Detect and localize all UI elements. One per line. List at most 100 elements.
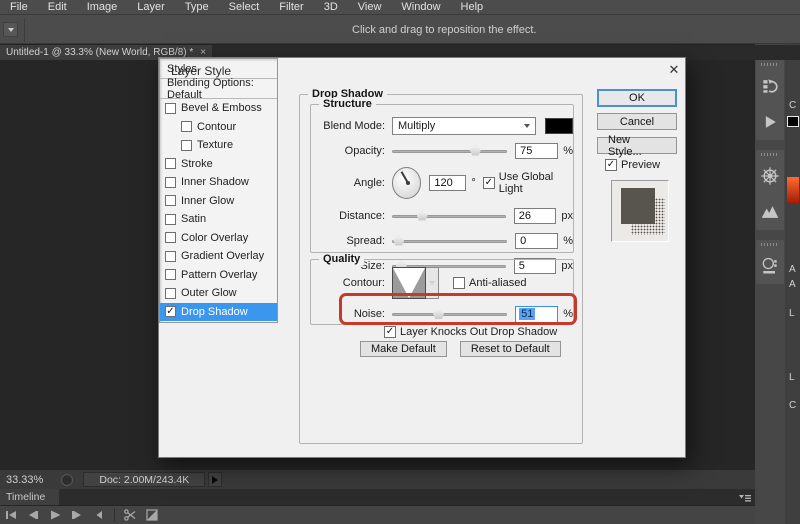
use-global-light-checkbox[interactable]: ✓ bbox=[482, 177, 495, 189]
spread-slider[interactable] bbox=[392, 235, 508, 247]
angle-input[interactable]: 120 bbox=[429, 175, 467, 191]
checkbox[interactable] bbox=[165, 287, 176, 299]
style-item-outer-glow[interactable]: Outer Glow bbox=[160, 284, 277, 303]
style-item-texture[interactable]: Texture bbox=[160, 136, 277, 155]
status-zoom-icon[interactable] bbox=[61, 473, 74, 486]
play-button[interactable] bbox=[44, 507, 66, 524]
make-default-button[interactable]: Make Default bbox=[360, 341, 447, 357]
menu-edit[interactable]: Edit bbox=[38, 0, 77, 14]
first-frame-button[interactable] bbox=[0, 507, 22, 524]
tool-preset-picker[interactable] bbox=[3, 22, 18, 37]
timeline-playback-controls bbox=[0, 505, 755, 524]
structure-group: Structure Blend Mode: Multiply Opacity: … bbox=[310, 98, 574, 274]
checkbox[interactable] bbox=[165, 176, 176, 188]
style-item-drop-shadow[interactable]: ✓ Drop Shadow bbox=[160, 302, 277, 321]
checkbox[interactable] bbox=[181, 121, 192, 133]
blend-mode-select[interactable]: Multiply bbox=[392, 116, 536, 135]
checkbox[interactable] bbox=[165, 213, 176, 225]
split-button[interactable] bbox=[119, 507, 141, 524]
anti-aliased-checkbox[interactable] bbox=[453, 277, 465, 289]
new-style-button[interactable]: New Style... bbox=[597, 134, 677, 158]
panel-text-fragment: C bbox=[789, 100, 797, 111]
contour-picker[interactable] bbox=[392, 267, 426, 299]
checkbox[interactable] bbox=[165, 269, 176, 281]
status-menu-button[interactable] bbox=[208, 472, 223, 487]
panel-text-fragment: C bbox=[789, 400, 797, 411]
style-item-label: Texture bbox=[197, 139, 234, 152]
menu-image[interactable]: Image bbox=[77, 0, 128, 14]
layer-knocks-out-label: Layer Knocks Out Drop Shadow bbox=[400, 326, 558, 338]
navigator-panel-icon[interactable] bbox=[756, 158, 784, 194]
opacity-slider[interactable] bbox=[392, 145, 508, 157]
cancel-button[interactable]: Cancel bbox=[597, 113, 677, 130]
distance-label: Distance: bbox=[339, 209, 385, 222]
opacity-input[interactable]: 75 bbox=[515, 142, 559, 159]
close-icon[interactable]: ✕ bbox=[665, 61, 683, 79]
menu-window[interactable]: Window bbox=[391, 0, 450, 14]
reset-to-default-button[interactable]: Reset to Default bbox=[459, 341, 561, 357]
histogram-panel-icon[interactable] bbox=[756, 194, 784, 230]
noise-slider-handle[interactable] bbox=[433, 309, 445, 319]
contour-dropdown-icon[interactable] bbox=[426, 267, 439, 299]
menu-layer[interactable]: Layer bbox=[127, 0, 175, 14]
history-panel-icon[interactable] bbox=[756, 68, 784, 104]
checkbox[interactable] bbox=[165, 232, 176, 244]
menu-select[interactable]: Select bbox=[219, 0, 270, 14]
checkbox[interactable] bbox=[181, 139, 192, 151]
menu-view[interactable]: View bbox=[348, 0, 392, 14]
color-ramp[interactable] bbox=[787, 177, 799, 203]
next-frame-button[interactable] bbox=[66, 507, 88, 524]
style-item-contour[interactable]: Contour bbox=[160, 118, 277, 137]
distance-input[interactable]: 26 bbox=[513, 207, 557, 224]
color-themes-panel-icon[interactable] bbox=[756, 248, 784, 284]
spread-input[interactable]: 0 bbox=[515, 232, 559, 249]
angle-dial[interactable] bbox=[392, 167, 422, 199]
noise-input[interactable]: 51 bbox=[515, 305, 559, 323]
zoom-level[interactable]: 33.33% bbox=[6, 474, 43, 486]
distance-slider[interactable] bbox=[392, 210, 506, 222]
menu-help[interactable]: Help bbox=[451, 0, 494, 14]
menu-filter[interactable]: Filter bbox=[269, 0, 313, 14]
menu-type[interactable]: Type bbox=[175, 0, 219, 14]
preview-label: Preview bbox=[621, 159, 661, 171]
previous-frame-button[interactable] bbox=[22, 507, 44, 524]
checkbox[interactable] bbox=[165, 250, 176, 262]
expanded-panel-edge: C AA L L C bbox=[785, 44, 800, 524]
style-item-color-overlay[interactable]: Color Overlay bbox=[160, 229, 277, 248]
style-item-satin[interactable]: Satin bbox=[160, 210, 277, 229]
checkbox[interactable]: ✓ bbox=[165, 306, 176, 318]
ok-button[interactable]: OK bbox=[597, 89, 677, 107]
distance-slider-handle[interactable] bbox=[416, 210, 428, 221]
document-size-field[interactable]: Doc: 2.00M/243.4K bbox=[83, 472, 206, 487]
style-item-inner-shadow[interactable]: Inner Shadow bbox=[160, 173, 277, 192]
panel-dock: « bbox=[755, 44, 785, 524]
style-item-label: Inner Glow bbox=[181, 194, 235, 207]
checkbox[interactable] bbox=[165, 102, 176, 114]
opacity-slider-handle[interactable] bbox=[469, 145, 481, 156]
style-item-bevel-emboss[interactable]: Bevel & Emboss bbox=[160, 99, 277, 118]
shadow-color-swatch[interactable] bbox=[544, 117, 573, 134]
checkbox[interactable] bbox=[165, 158, 176, 170]
audio-button[interactable] bbox=[88, 507, 110, 524]
style-item-inner-glow[interactable]: Inner Glow bbox=[160, 192, 277, 211]
transition-button[interactable] bbox=[141, 507, 163, 524]
mini-tab-labels bbox=[756, 60, 784, 68]
contour-label: Contour: bbox=[342, 277, 385, 289]
style-item-stroke[interactable]: Stroke bbox=[160, 155, 277, 174]
blending-options-item[interactable]: Blending Options: Default bbox=[160, 77, 277, 101]
actions-panel-icon[interactable] bbox=[756, 104, 784, 140]
layer-knocks-out-checkbox[interactable]: ✓ bbox=[384, 326, 396, 338]
preview-checkbox[interactable]: ✓ bbox=[605, 159, 617, 171]
default-buttons: Make Default Reset to Default bbox=[360, 341, 561, 357]
menu-file[interactable]: File bbox=[0, 0, 38, 14]
effect-preview-thumbnail bbox=[611, 180, 669, 242]
style-item-pattern-overlay[interactable]: Pattern Overlay bbox=[160, 266, 277, 285]
color-swatch[interactable] bbox=[787, 116, 799, 127]
menu-3d[interactable]: 3D bbox=[314, 0, 348, 14]
noise-slider[interactable] bbox=[392, 308, 508, 320]
preview-square bbox=[621, 188, 655, 224]
style-item-gradient-overlay[interactable]: Gradient Overlay bbox=[160, 247, 277, 266]
checkbox[interactable] bbox=[165, 195, 176, 207]
spread-slider-handle[interactable] bbox=[393, 235, 405, 246]
tab-timeline[interactable]: Timeline bbox=[0, 489, 60, 505]
